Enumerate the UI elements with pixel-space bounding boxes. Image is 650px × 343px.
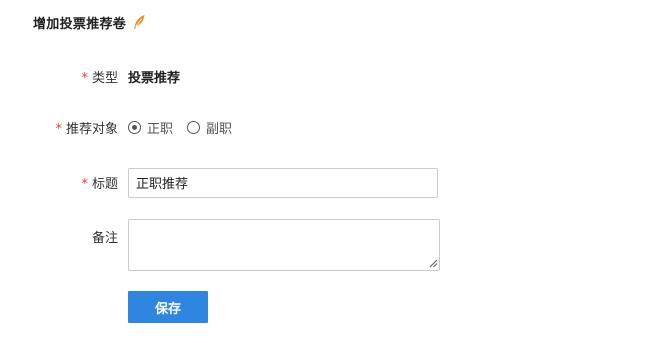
title-field-wrap	[128, 167, 438, 198]
radio-dot	[132, 124, 137, 130]
target-radio-group: 正职 副职	[128, 118, 246, 137]
type-row: * 类型 投票推荐	[0, 66, 650, 86]
title-row: * 标题	[0, 167, 650, 198]
feather-pen-icon	[132, 14, 146, 30]
radio-label-deputy: 副职	[206, 121, 233, 137]
form-page: 增加投票推荐卷 * 类型 投票推荐 * 推荐对象 正职 副职 * 标题 正职推荐…	[0, 0, 650, 343]
radio-option-deputy[interactable]: 副职	[187, 118, 232, 137]
target-label-text: 推荐对象	[65, 121, 118, 137]
target-row: * 推荐对象 正职 副职	[0, 117, 650, 137]
required-mark: *	[55, 121, 62, 137]
page-title: 增加投票推荐卷	[33, 16, 127, 32]
remark-label-text: 备注	[91, 231, 118, 246]
radio-unchecked-icon[interactable]	[187, 120, 201, 134]
required-mark: *	[81, 177, 88, 192]
type-label: * 类型	[0, 67, 118, 86]
resize-handle-icon[interactable]	[429, 259, 438, 268]
remark-field-wrap	[128, 219, 440, 271]
page-header: 增加投票推荐卷	[33, 12, 146, 32]
target-label: * 推荐对象	[0, 118, 118, 137]
radio-option-primary[interactable]: 正职	[128, 118, 173, 137]
type-label-text: 类型	[91, 70, 118, 86]
title-label-text: 标题	[91, 177, 118, 192]
title-label: * 标题	[0, 173, 118, 192]
remark-row: 备注	[0, 219, 650, 271]
title-input[interactable]	[128, 167, 438, 198]
type-value: 投票推荐	[128, 70, 181, 86]
remark-label: 备注	[0, 219, 118, 246]
radio-label-primary: 正职	[147, 121, 174, 137]
required-mark: *	[81, 70, 88, 86]
save-button[interactable]: 保存	[128, 291, 208, 323]
radio-checked-icon[interactable]	[128, 120, 141, 134]
remark-textarea[interactable]	[128, 219, 440, 271]
